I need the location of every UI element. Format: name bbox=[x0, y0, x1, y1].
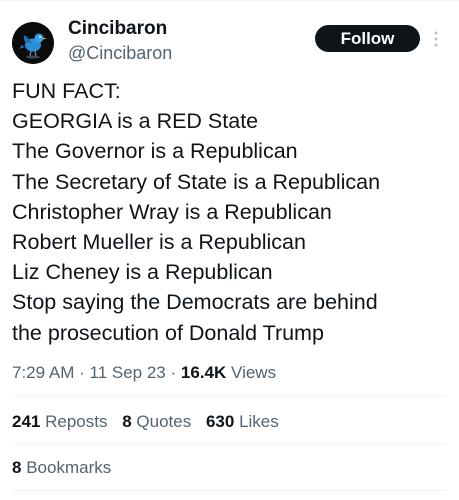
tweet-date[interactable]: 11 Sep 23 bbox=[90, 363, 166, 382]
tweet-line: the prosecution of Donald Trump bbox=[12, 320, 324, 345]
tweet-time[interactable]: 7:29 AM bbox=[12, 363, 74, 382]
tweet-meta: 7:29 AM · 11 Sep 23 · 16.4K Views bbox=[12, 362, 276, 384]
tweet-text: FUN FACT: GEORGIA is a RED State The Gov… bbox=[12, 76, 452, 348]
bookmarks-label: Bookmarks bbox=[26, 458, 112, 477]
likes-count: 630 bbox=[205, 412, 235, 431]
tweet-line: GEORGIA is a RED State bbox=[12, 109, 259, 134]
tweet-line: Stop saying the Democrats are behind bbox=[12, 290, 378, 315]
reposts-label: Reposts bbox=[45, 412, 108, 431]
tweet-line: The Secretary of State is a Republican bbox=[12, 169, 381, 194]
bird-icon bbox=[12, 22, 54, 64]
quotes-label: Quotes bbox=[136, 412, 192, 431]
engagement-stats: 241 Reposts 8 Quotes 630 Likes bbox=[12, 411, 289, 433]
display-name[interactable]: Cincibaron bbox=[68, 17, 167, 41]
views-label: Views bbox=[231, 363, 277, 382]
user-handle[interactable]: @Cincibaron bbox=[68, 42, 172, 64]
likes-stat[interactable]: 630 Likes bbox=[206, 412, 279, 431]
divider bbox=[12, 396, 447, 397]
tweet-line: Christopher Wray is a Republican bbox=[12, 199, 332, 224]
quotes-count: 8 bbox=[122, 412, 132, 431]
tweet-line: The Governor is a Republican bbox=[12, 139, 298, 164]
more-options-icon[interactable] bbox=[432, 30, 440, 48]
divider bbox=[12, 443, 447, 444]
bookmarks-count: 8 bbox=[12, 458, 22, 477]
bookmarks-stat[interactable]: 8 Bookmarks bbox=[12, 457, 111, 479]
divider bbox=[12, 490, 447, 491]
views-count: 16.4K bbox=[180, 363, 227, 382]
meta-separator: · bbox=[170, 363, 177, 382]
tweet-line: Liz Cheney is a Republican bbox=[12, 260, 273, 285]
tweet-line: Robert Mueller is a Republican bbox=[12, 230, 306, 255]
reposts-stat[interactable]: 241 Reposts bbox=[12, 412, 112, 431]
top-divider bbox=[0, 0, 459, 1]
avatar[interactable] bbox=[12, 22, 54, 64]
reposts-count: 241 bbox=[12, 412, 41, 431]
follow-button[interactable]: Follow bbox=[315, 25, 420, 52]
meta-separator: · bbox=[79, 363, 85, 382]
tweet-line: FUN FACT: bbox=[12, 79, 121, 103]
quotes-stat[interactable]: 8 Quotes bbox=[122, 412, 196, 431]
likes-label: Likes bbox=[239, 412, 279, 431]
